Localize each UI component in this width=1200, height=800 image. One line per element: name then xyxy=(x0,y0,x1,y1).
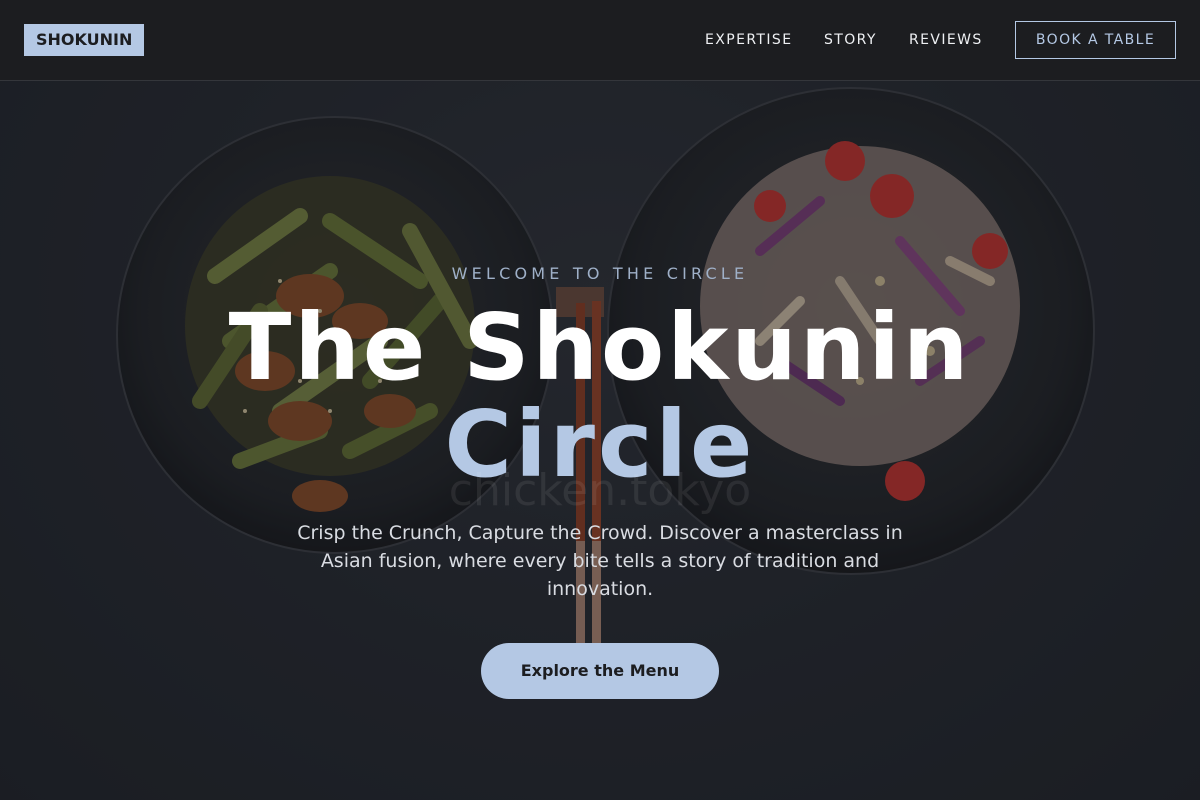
nav-link-reviews[interactable]: REVIEWS xyxy=(909,31,983,49)
page: SHOKUNIN EXPERTISE STORY REVIEWS BOOK A … xyxy=(0,0,1200,800)
hero-section: WELCOME TO THE CIRCLE The Shokunin Circl… xyxy=(0,81,1200,800)
hero-title-line-1: The Shokunin xyxy=(228,294,972,401)
hero-subtitle: Crisp the Crunch, Capture the Crowd. Dis… xyxy=(297,522,903,600)
site-header: SHOKUNIN EXPERTISE STORY REVIEWS BOOK A … xyxy=(0,0,1200,81)
nav-link-expertise[interactable]: EXPERTISE xyxy=(705,31,792,49)
nav-link-story[interactable]: STORY xyxy=(824,31,877,49)
explore-menu-button[interactable]: Explore the Menu xyxy=(481,643,719,699)
site-logo[interactable]: SHOKUNIN xyxy=(24,24,145,56)
photo-watermark: chicken.tokyo xyxy=(448,465,752,516)
book-a-table-button[interactable]: BOOK A TABLE xyxy=(1015,21,1176,59)
hero-eyebrow: WELCOME TO THE CIRCLE xyxy=(451,264,749,283)
